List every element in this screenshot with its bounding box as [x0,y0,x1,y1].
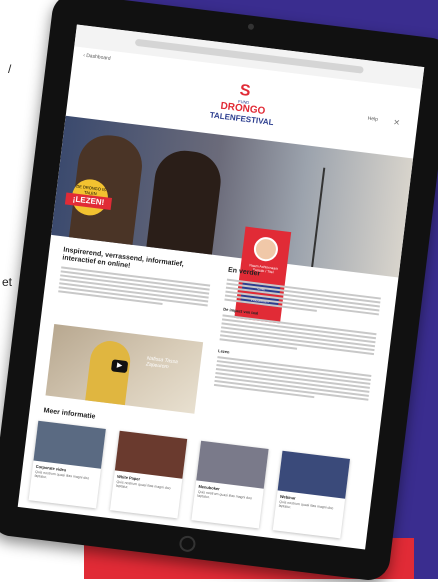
body-text [213,356,372,407]
hero-person [146,147,225,255]
drongo-logo: S FUND DRONGO TALENFESTIVAL [206,79,281,131]
tablet-device: ‹ Dashboard Help ✕ S FUND DRONGO TALENFE… [0,0,438,582]
left-text-fragment: / [8,62,12,76]
close-icon[interactable]: ✕ [393,118,401,128]
info-card[interactable]: Webinar Quis nostrum quasi ilias magni d… [272,450,350,539]
video-caption: Nafissa Tassa Zapeurom [145,355,179,371]
play-icon[interactable]: ▶ [110,359,129,374]
avatar [252,235,280,263]
info-card[interactable]: White Paper Quis nostrum quasi ilias mag… [109,430,188,519]
info-card[interactable]: Menuboker Quis nostrum quasi ilias magni… [191,440,269,529]
subheading: Lezen [217,348,230,355]
section-heading: Meer informatie [43,407,96,421]
left-text-fragment: et [2,275,13,289]
back-to-dashboard-link[interactable]: ‹ Dashboard [83,53,111,62]
tablet-screen: ‹ Dashboard Help ✕ S FUND DRONGO TALENFE… [17,24,425,550]
body-text [219,314,377,361]
info-card[interactable]: Corporate video Quis nostrum quasi ilias… [28,420,106,509]
help-link[interactable]: Help [367,116,378,123]
hero-tripod [311,167,385,275]
video-thumbnail[interactable]: ▶ Nafissa Tassa Zapeurom [45,323,204,414]
